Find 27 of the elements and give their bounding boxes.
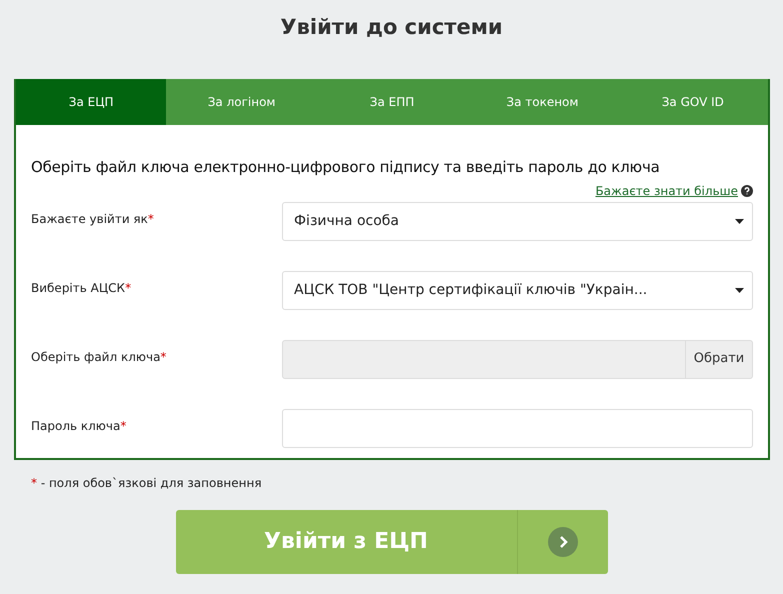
tab[interactable]: За ЕЦП [16, 79, 166, 125]
required-mark: * [148, 212, 154, 226]
help-icon [741, 184, 753, 196]
file-field[interactable]: Обрати [282, 340, 753, 378]
page-title: Увійти до системи [279, 14, 504, 41]
tab[interactable]: За ЕПП [316, 79, 468, 125]
tab[interactable]: За логіном [166, 79, 317, 125]
required-mark: * [125, 280, 132, 294]
caret-icon [735, 288, 744, 292]
field-label: Бажаєте увійти як [31, 212, 148, 226]
browse-button[interactable]: Обрати [685, 340, 752, 378]
help-link[interactable]: Бажаєте знати більше [595, 182, 738, 200]
select-field[interactable]: Фізична особа [282, 202, 753, 240]
tab[interactable]: За токеном [467, 79, 618, 125]
caret-icon [735, 218, 744, 224]
field-label: Оберіть файл ключа [31, 350, 160, 364]
field-label: Пароль ключа [31, 418, 120, 432]
field-label: Виберіть АЦСК [31, 280, 126, 294]
required-mark: * [160, 350, 166, 364]
required-mark: * [120, 418, 126, 432]
chevron-right-icon [548, 526, 578, 556]
form-heading: Оберіть файл ключа електронно-цифрового підпису та введіть пароль до ключа [31, 157, 661, 178]
required-mark: * [31, 476, 37, 490]
select-field[interactable]: АЦСК ТОВ "Центр сертифікації ключів "Украін... [282, 270, 753, 310]
footnote-text: - поля обов`язкові для заповнення [40, 476, 262, 490]
tab[interactable]: За GOV ID [618, 79, 768, 125]
password-field[interactable] [282, 408, 753, 448]
